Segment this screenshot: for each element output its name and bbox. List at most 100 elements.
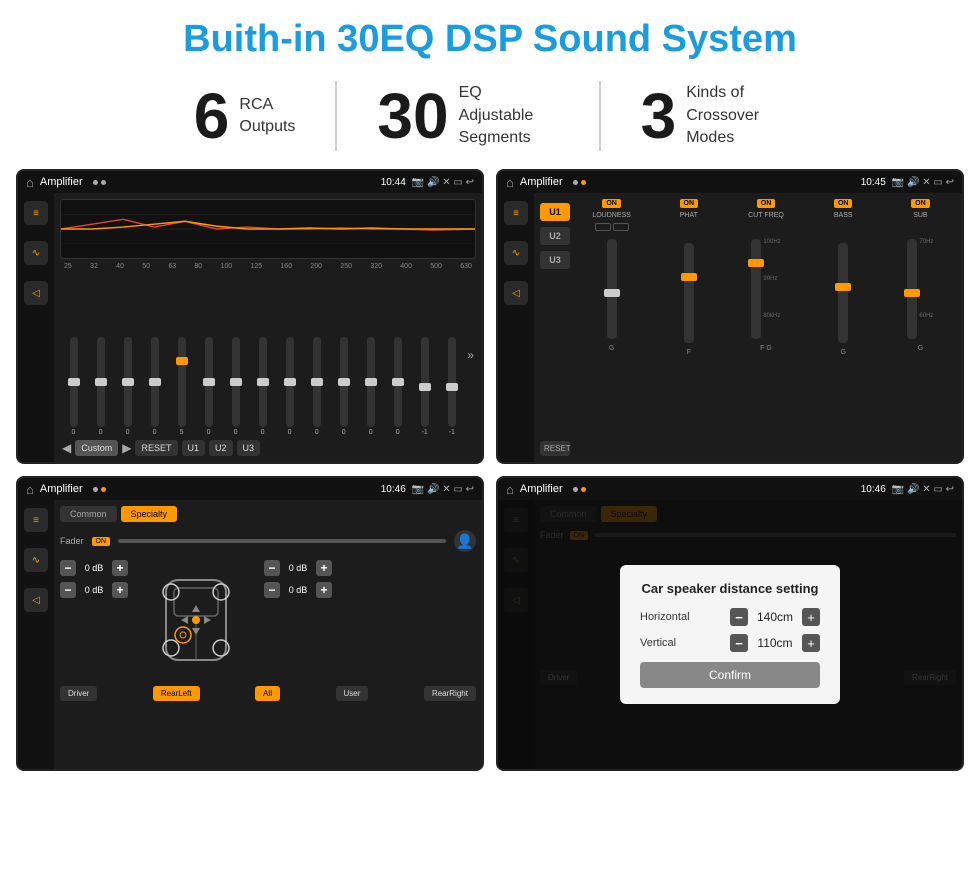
fader-slider[interactable] <box>118 539 446 543</box>
wave-icon-2[interactable]: ∿ <box>504 241 528 265</box>
all-btn[interactable]: All <box>255 686 280 701</box>
screen1-content: ≡ ∿ ◁ <box>18 193 482 462</box>
eq-icon-3[interactable]: ≡ <box>24 508 48 532</box>
stats-row: 6 RCAOutputs 30 EQ AdjustableSegments 3 … <box>0 71 980 161</box>
slider-14: -1 <box>440 337 463 436</box>
vertical-value: 110cm <box>754 636 796 650</box>
dot-2 <box>101 180 106 185</box>
knob-bass: ON BASS G <box>808 199 879 456</box>
horizontal-plus[interactable]: + <box>802 608 820 626</box>
speaker-icon-3[interactable]: ◁ <box>24 588 48 612</box>
u2-channel[interactable]: U2 <box>540 227 570 245</box>
wave-icon[interactable]: ∿ <box>24 241 48 265</box>
vertical-minus[interactable]: − <box>730 634 748 652</box>
vertical-label: Vertical <box>640 637 700 649</box>
slider-12: 0 <box>386 337 409 436</box>
speaker-icon-2[interactable]: ◁ <box>504 281 528 305</box>
slider-1: 0 <box>89 337 112 436</box>
vertical-plus[interactable]: + <box>802 634 820 652</box>
vol-val-tr: 0 dB <box>284 563 312 573</box>
eq-curve <box>60 199 476 259</box>
stat-number-eq: 30 <box>377 84 448 148</box>
rear-left-btn[interactable]: RearLeft <box>153 686 200 701</box>
eq-main: 25 32 40 50 63 80 100 125 160 200 250 32… <box>54 193 482 462</box>
rear-right-btn[interactable]: RearRight <box>424 686 476 701</box>
time-2: 10:45 <box>861 177 886 188</box>
screens-grid: ⌂ Amplifier 10:44 📷 🔊 ✕ ▭ ↩ ≡ ∿ ◁ <box>0 161 980 779</box>
plus-vol-bl[interactable]: + <box>112 582 128 598</box>
u1-channel[interactable]: U1 <box>540 203 570 221</box>
slider-13: -1 <box>413 337 436 436</box>
screen-dialog: ⌂ Amplifier 10:46 📷 🔊 ✕ ▭ ↩ ≡ ∿ ◁ <box>496 476 964 771</box>
person-icon: 👤 <box>454 530 476 552</box>
user-btn[interactable]: User <box>336 686 369 701</box>
slider-11: 0 <box>359 337 382 436</box>
slider-7: 0 <box>251 337 274 436</box>
u3-channel[interactable]: U3 <box>540 251 570 269</box>
vol-row-bl: − 0 dB + <box>60 582 128 598</box>
time-3: 10:46 <box>381 484 406 495</box>
u-channels: U1 U2 U3 RESET <box>540 199 570 456</box>
time-4: 10:46 <box>861 484 886 495</box>
fader-label: Fader <box>60 536 84 546</box>
fader-on-badge: ON <box>92 537 111 546</box>
speaker-icon[interactable]: ◁ <box>24 281 48 305</box>
knob-sub: ON SUB 70Hz 60Hz <box>885 199 956 456</box>
status-bar-3: ⌂ Amplifier 10:46 📷 🔊 ✕ ▭ ↩ <box>18 478 482 500</box>
more-arrow[interactable]: » <box>467 348 474 362</box>
next-preset[interactable]: ▶ <box>122 441 131 455</box>
status-dots-2 <box>573 180 586 185</box>
dot-orange-3 <box>101 487 106 492</box>
minus-vol-br[interactable]: − <box>264 582 280 598</box>
reset-btn[interactable]: RESET <box>135 440 177 456</box>
tab-specialty[interactable]: Specialty <box>121 506 178 522</box>
horizontal-minus[interactable]: − <box>730 608 748 626</box>
vol-val-bl: 0 dB <box>80 585 108 595</box>
horizontal-control: − 140cm + <box>730 608 820 626</box>
plus-vol-br[interactable]: + <box>316 582 332 598</box>
u2-btn[interactable]: U2 <box>209 440 233 456</box>
stat-label-rca: RCAOutputs <box>239 94 295 139</box>
eq-icon-2[interactable]: ≡ <box>504 201 528 225</box>
side-icons-3: ≡ ∿ ◁ <box>18 500 54 769</box>
minus-vol-tl[interactable]: − <box>60 560 76 576</box>
eq-freq-labels: 25 32 40 50 63 80 100 125 160 200 250 32… <box>60 263 476 270</box>
dialog-overlay: Car speaker distance setting Horizontal … <box>498 500 962 769</box>
slider-10: 0 <box>332 337 355 436</box>
dot-orange <box>581 180 586 185</box>
u1-btn[interactable]: U1 <box>182 440 206 456</box>
cutfreq-sliders: 100Hz 90Hz 80kHz <box>751 239 780 339</box>
plus-vol-tr[interactable]: + <box>316 560 332 576</box>
reset-btn-2[interactable]: RESET <box>540 441 570 456</box>
stat-crossover: 3 Kinds ofCrossover Modes <box>601 82 827 149</box>
wave-icon-3[interactable]: ∿ <box>24 548 48 572</box>
dot-3 <box>573 180 578 185</box>
u3-btn[interactable]: U3 <box>237 440 261 456</box>
app-title-2: Amplifier <box>520 176 563 188</box>
confirm-button[interactable]: Confirm <box>640 662 820 688</box>
vertical-row: Vertical − 110cm + <box>640 634 820 652</box>
stat-number-rca: 6 <box>194 84 230 148</box>
plus-vol-tl[interactable]: + <box>112 560 128 576</box>
tab-common[interactable]: Common <box>60 506 117 522</box>
app-title-1: Amplifier <box>40 176 83 188</box>
eq-icon[interactable]: ≡ <box>24 201 48 225</box>
dot-1 <box>93 180 98 185</box>
minus-vol-bl[interactable]: − <box>60 582 76 598</box>
stat-eq: 30 EQ AdjustableSegments <box>337 82 598 149</box>
home-icon-2: ⌂ <box>506 175 514 190</box>
vol-row-tr: − 0 dB + <box>264 560 332 576</box>
status-dots-1 <box>93 180 106 185</box>
status-dots-4 <box>573 487 586 492</box>
home-icon-3: ⌂ <box>26 482 34 497</box>
reset-area: RESET <box>540 441 570 456</box>
screen-speaker: ⌂ Amplifier 10:46 📷 🔊 ✕ ▭ ↩ ≡ ∿ ◁ <box>16 476 484 771</box>
knob-columns: ON LOUDNESS G <box>576 199 956 456</box>
status-dots-3 <box>93 487 106 492</box>
prev-preset[interactable]: ◀ <box>62 441 71 455</box>
loudness-toggles <box>595 223 629 231</box>
driver-btn[interactable]: Driver <box>60 686 97 701</box>
status-bar-2: ⌂ Amplifier 10:45 📷 🔊 ✕ ▭ ↩ <box>498 171 962 193</box>
minus-vol-tr[interactable]: − <box>264 560 280 576</box>
knob-phat: ON PHAT F <box>653 199 724 456</box>
